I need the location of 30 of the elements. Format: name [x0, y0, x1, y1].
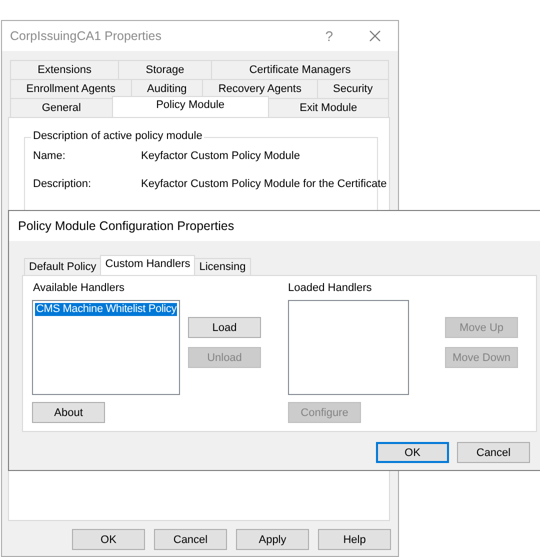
- about-button[interactable]: About: [32, 402, 105, 423]
- tab[interactable]: Enrollment Agents: [10, 79, 132, 98]
- dialog-title: Policy Module Configuration Properties: [18, 219, 234, 233]
- tab[interactable]: Security: [316, 79, 390, 98]
- dialog-button[interactable]: Help: [318, 529, 391, 550]
- dialog-button[interactable]: OK: [376, 442, 449, 463]
- tab[interactable]: Extensions: [10, 60, 120, 79]
- field-value: Keyfactor Custom Policy Module: [141, 150, 300, 162]
- dialog-button[interactable]: Load: [188, 317, 261, 338]
- list-label: Available Handlers: [33, 282, 126, 296]
- tab[interactable]: General: [10, 98, 113, 117]
- field-label: Description:: [33, 178, 92, 190]
- dialog-button[interactable]: Cancel: [457, 442, 530, 463]
- tab[interactable]: Policy Module: [112, 96, 269, 117]
- available-handlers-list[interactable]: CMS Machine Whitelist Policy: [32, 300, 180, 395]
- dialog-button[interactable]: Cancel: [154, 529, 227, 550]
- help-button[interactable]: ?: [325, 28, 333, 44]
- tab[interactable]: Custom Handlers: [100, 255, 196, 275]
- loaded-handlers-list[interactable]: [288, 300, 409, 395]
- list-label: Loaded Handlers: [288, 282, 373, 296]
- field-value: Keyfactor Custom Policy Module for the Certificate: [141, 178, 387, 190]
- tab[interactable]: Certificate Managers: [210, 60, 389, 79]
- close-icon[interactable]: [369, 30, 381, 42]
- list-item[interactable]: CMS Machine Whitelist Policy: [35, 303, 177, 316]
- dialog-button[interactable]: Apply: [236, 529, 309, 550]
- group-title: Description of active policy module: [31, 130, 204, 142]
- field-label: Name:: [33, 150, 66, 162]
- dialog-button[interactable]: OK: [72, 529, 145, 550]
- tab[interactable]: Exit Module: [268, 98, 389, 117]
- window-title: CorpIssuingCA1 Properties: [10, 29, 162, 43]
